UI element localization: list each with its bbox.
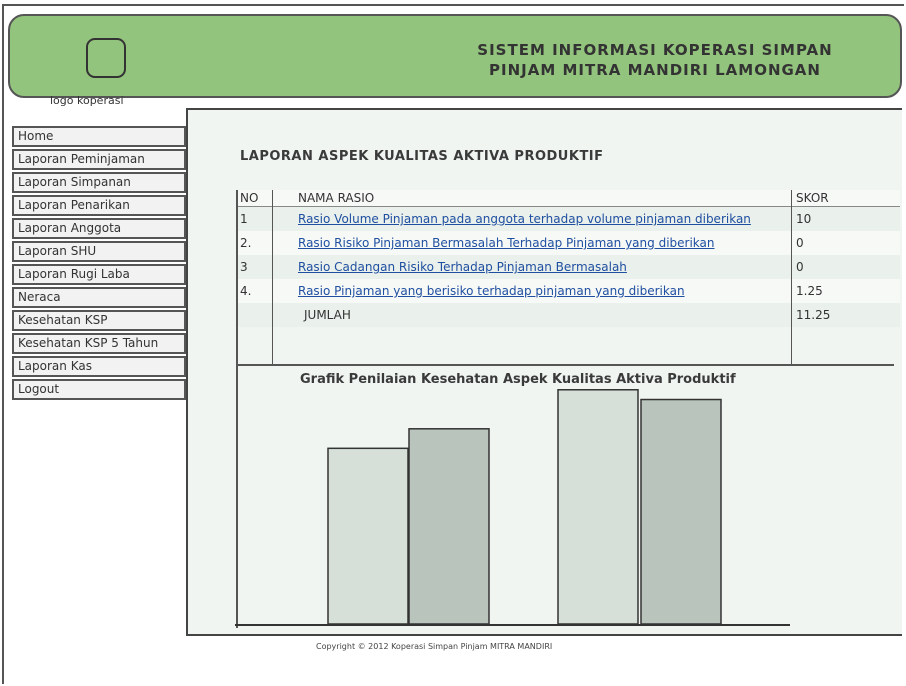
bar-chart: [327, 389, 722, 625]
footer-copyright: Copyright © 2012 Koperasi Simpan Pinjam …: [316, 642, 553, 651]
chart-bar: [408, 428, 490, 625]
chart-bar: [557, 389, 639, 625]
chart-bar: [640, 398, 722, 625]
chart-bar: [327, 447, 409, 625]
chart-x-axis: [235, 624, 790, 626]
